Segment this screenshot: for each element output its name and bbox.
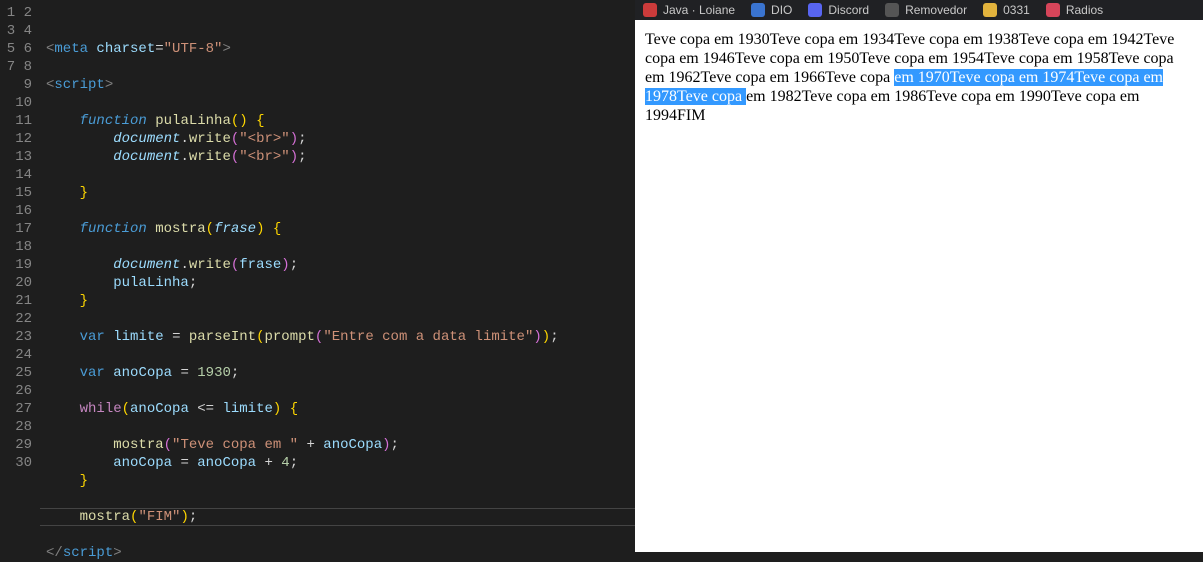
bookmark-icon [751, 3, 765, 17]
code-editor: 1 2 3 4 5 6 7 8 9 10 11 12 13 14 15 16 1… [0, 0, 635, 552]
bookmark-icon [983, 3, 997, 17]
code-area[interactable]: <meta charset="UTF-8"> <script> function… [40, 0, 635, 552]
bookmark-icon [808, 3, 822, 17]
bookmark-icon [1046, 3, 1060, 17]
browser-preview: Java · Loiane DIO Discord Removedor 0331… [635, 0, 1203, 552]
bookmark-icon [885, 3, 899, 17]
bookmark-item[interactable]: 0331 [975, 3, 1038, 17]
bookmark-icon [643, 3, 657, 17]
bookmark-item[interactable]: Java · Loiane [635, 3, 743, 17]
bookmark-item[interactable]: Discord [800, 3, 877, 17]
bookmark-item[interactable]: Removedor [877, 3, 975, 17]
bookmark-item[interactable]: DIO [743, 3, 800, 17]
page-output[interactable]: Teve copa em 1930Teve copa em 1934Teve c… [635, 20, 1203, 135]
bookmark-item[interactable]: Radios [1038, 3, 1111, 17]
bookmark-bar: Java · Loiane DIO Discord Removedor 0331… [635, 0, 1203, 20]
line-gutter: 1 2 3 4 5 6 7 8 9 10 11 12 13 14 15 16 1… [0, 0, 40, 552]
